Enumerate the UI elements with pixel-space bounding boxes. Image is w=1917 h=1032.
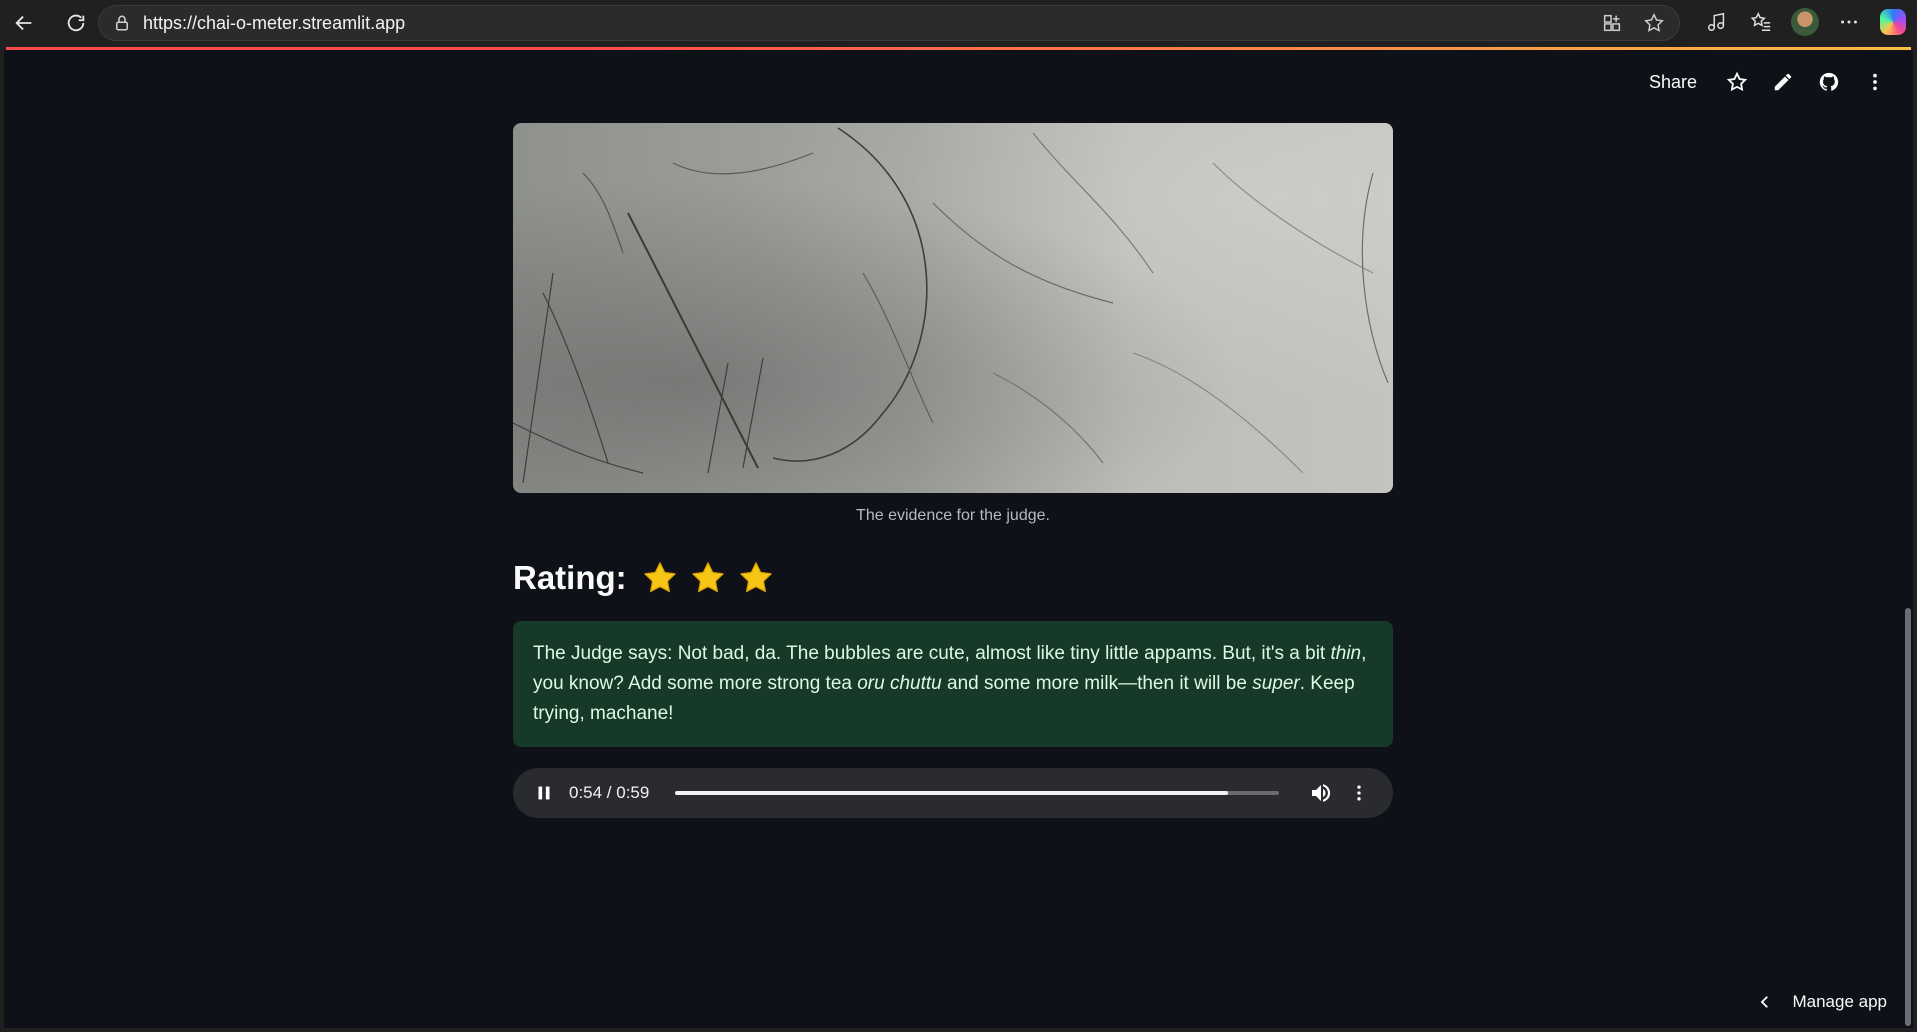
judge-emphasis-oru-chuttu: oru chuttu (857, 673, 942, 694)
image-caption: The evidence for the judge. (856, 507, 1050, 524)
rating-heading: Rating: (513, 559, 1393, 597)
volume-icon[interactable] (1309, 781, 1333, 805)
share-button[interactable]: Share (1649, 72, 1697, 93)
more-vertical-icon (1873, 73, 1877, 91)
streamlit-app: Share The evidence for the judge. Rating… (4, 50, 1913, 1028)
avatar (1791, 8, 1819, 36)
pause-icon[interactable] (533, 782, 555, 804)
favorite-star-icon[interactable] (1643, 12, 1665, 34)
reload-button[interactable] (58, 5, 94, 41)
reload-icon (67, 14, 85, 32)
favorites-list-icon (1750, 12, 1771, 31)
rating-label: Rating: (513, 559, 627, 596)
favorites-button[interactable] (1747, 6, 1775, 38)
audio-progress-slider[interactable] (675, 791, 1279, 795)
browser-menu-button[interactable] (1835, 6, 1863, 38)
pencil-icon (1774, 73, 1792, 91)
audio-options-icon[interactable] (1349, 781, 1369, 805)
rating-stars (641, 559, 775, 597)
main-content: The evidence for the judge. Rating: The … (513, 123, 1393, 818)
copilot-icon (1880, 9, 1906, 35)
app-toolbar: Share (1649, 70, 1887, 94)
judge-verdict-box: The Judge says: Not bad, da. The bubbles… (513, 621, 1393, 747)
app-available-icon[interactable] (1601, 12, 1623, 34)
audio-progress-fill (675, 791, 1228, 795)
back-button[interactable] (6, 5, 42, 41)
profile-button[interactable] (1791, 6, 1819, 38)
back-arrow-icon (15, 15, 32, 31)
github-button[interactable] (1817, 70, 1841, 94)
music-note-icon (1708, 12, 1725, 31)
star-icon (739, 562, 772, 593)
favorite-app-button[interactable] (1725, 70, 1749, 94)
app-main-menu-button[interactable] (1863, 70, 1887, 94)
audio-time: 0:54 / 0:59 (569, 783, 650, 802)
lock-icon (116, 15, 128, 31)
judge-emphasis-thin: thin (1330, 643, 1362, 664)
manage-app-label: Manage app (1792, 992, 1887, 1011)
copilot-button[interactable] (1879, 6, 1907, 38)
chevron-left-icon (1761, 996, 1769, 1008)
star-icon (691, 562, 724, 593)
star-outline-icon (1726, 71, 1748, 92)
more-horizontal-icon (1841, 20, 1857, 24)
star-icon (643, 562, 676, 593)
audio-player: 0:54 / 0:59 (513, 768, 1393, 818)
evidence-image (513, 123, 1393, 493)
browser-toolbar: https://chai-o-meter.streamlit.app (0, 0, 1917, 46)
url-text: https://chai-o-meter.streamlit.app (143, 12, 406, 33)
judge-text-part: The Judge says: Not bad, da. The bubbles… (533, 643, 1331, 664)
page-scrollbar[interactable] (1905, 608, 1911, 1026)
browser-essentials-button[interactable] (1703, 6, 1731, 38)
judge-text-part: and some more milk—then it will be (941, 673, 1253, 694)
address-bar[interactable]: https://chai-o-meter.streamlit.app (98, 5, 1680, 41)
surface-scratches (513, 127, 1389, 484)
github-icon (1819, 72, 1839, 91)
judge-emphasis-super: super (1252, 673, 1300, 694)
edit-app-button[interactable] (1771, 70, 1795, 94)
manage-app-button[interactable]: Manage app (1756, 992, 1887, 1012)
